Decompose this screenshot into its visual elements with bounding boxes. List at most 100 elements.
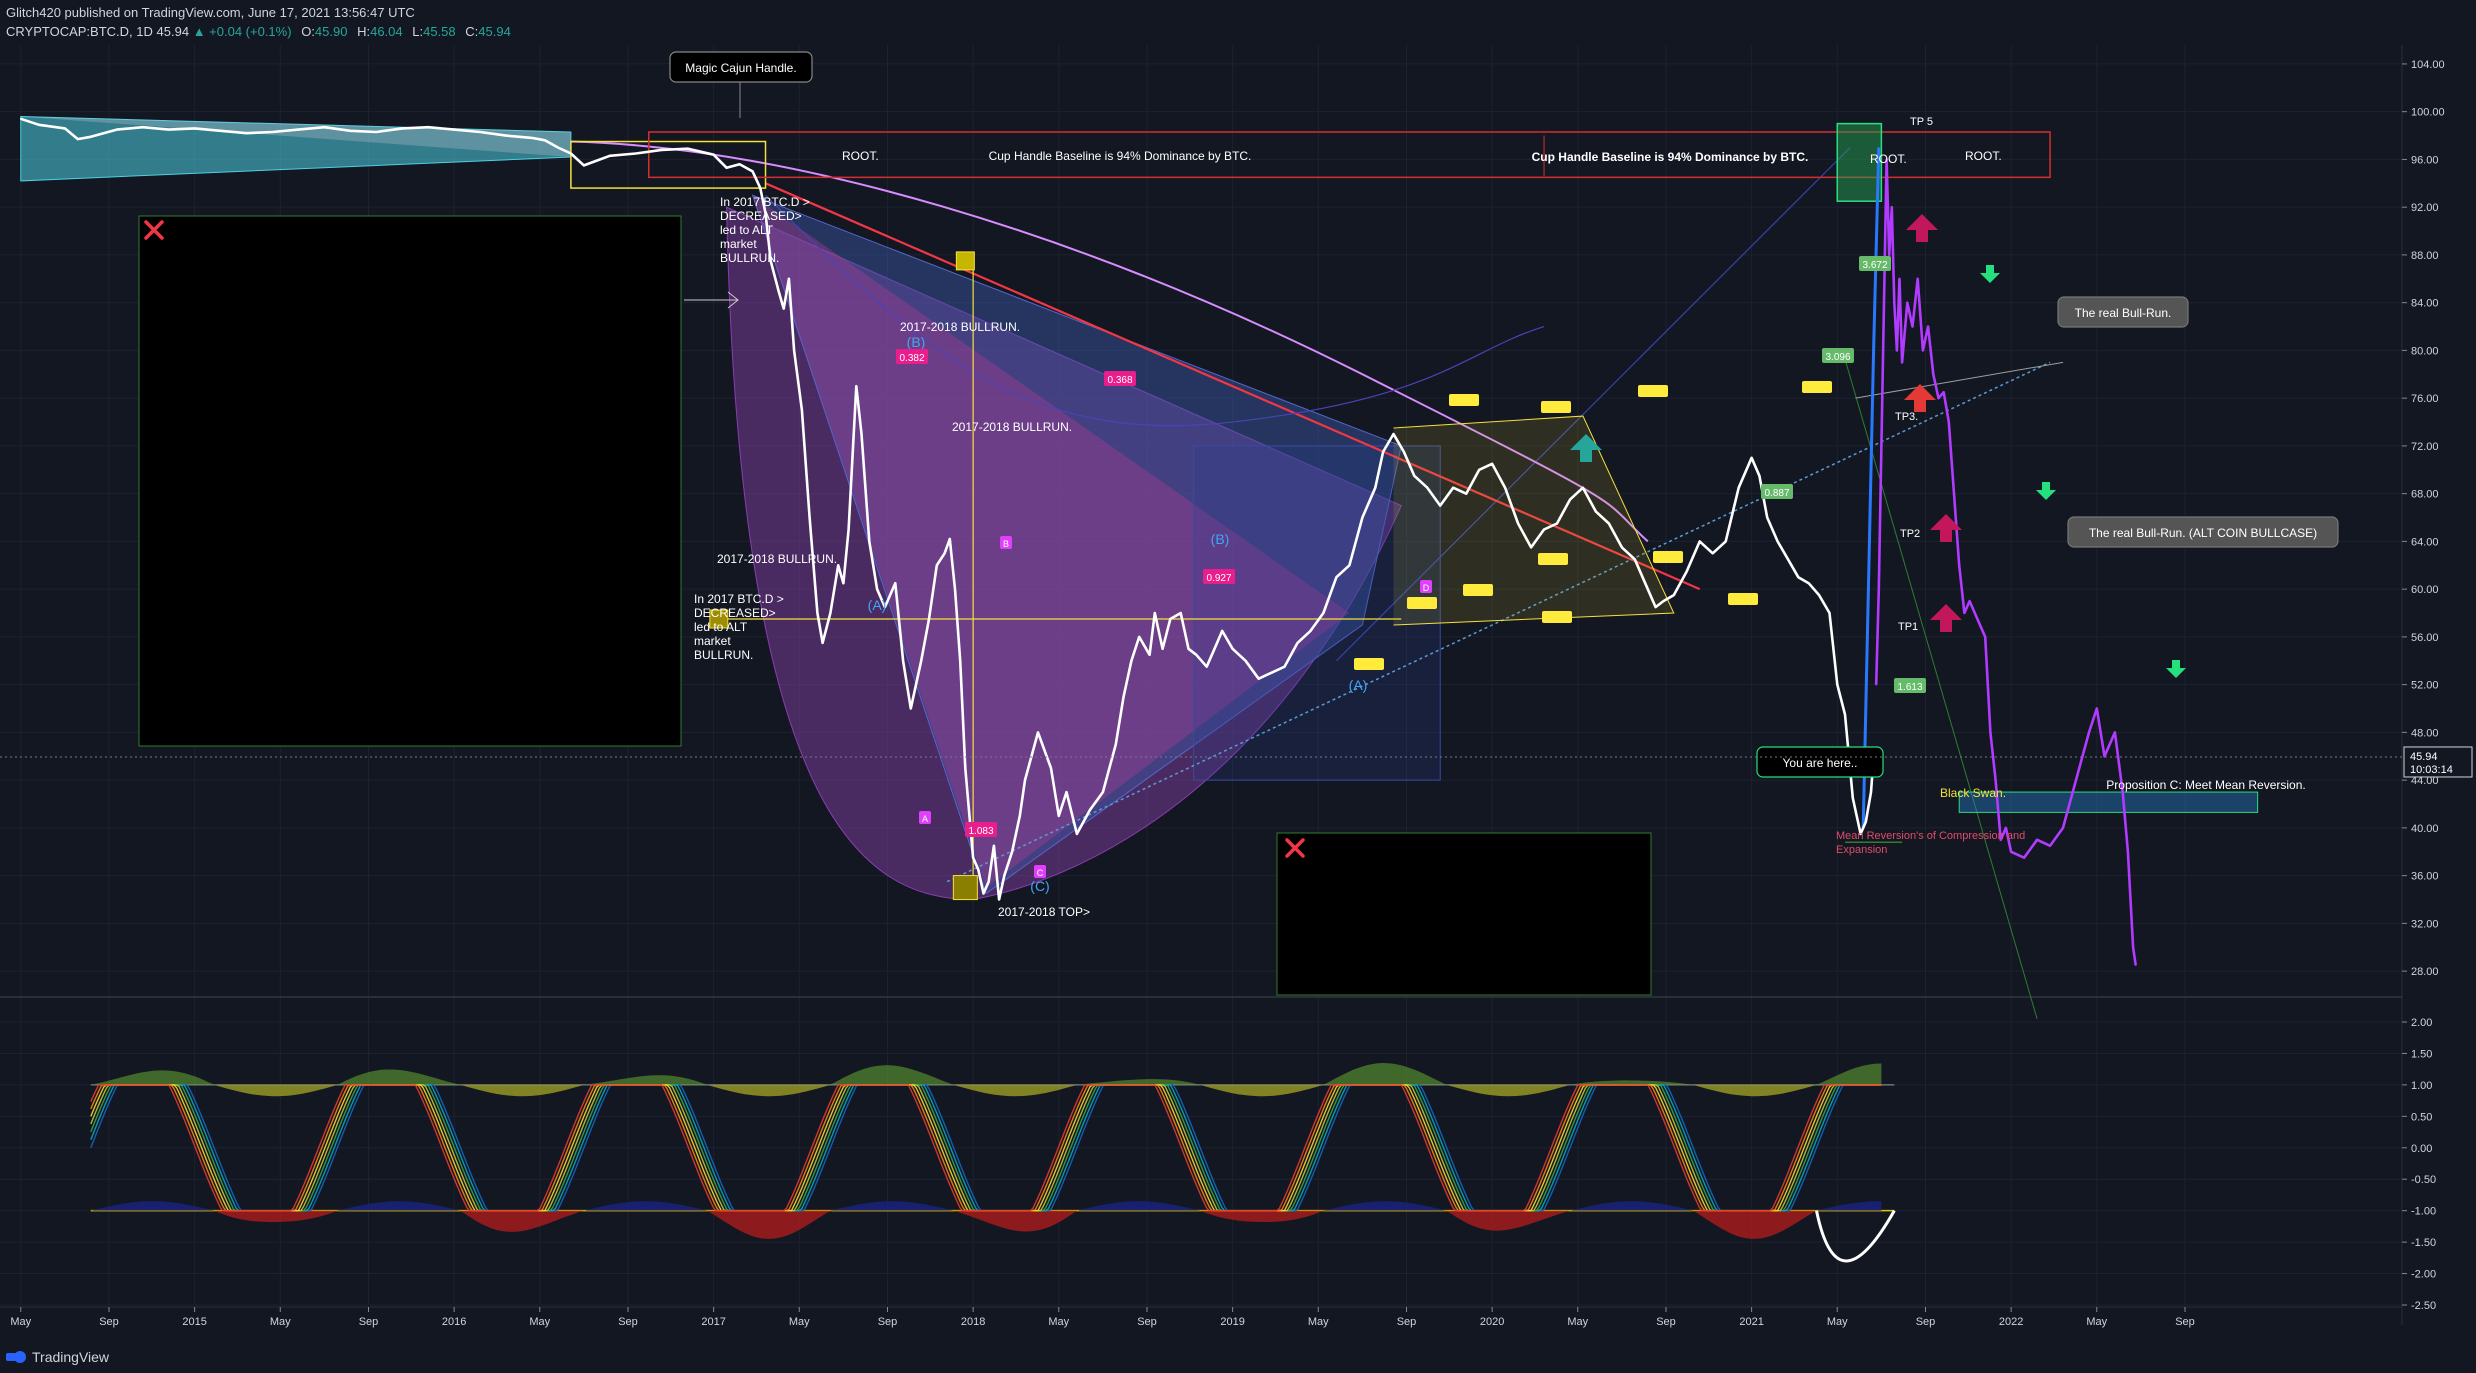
y-tick-label: 72.00 bbox=[2411, 441, 2439, 453]
data-point bbox=[1231, 648, 1234, 650]
footer-brand-text: TradingView bbox=[32, 1349, 110, 1365]
data-point bbox=[167, 128, 170, 131]
data-point bbox=[1634, 558, 1636, 561]
data-point bbox=[1037, 731, 1039, 734]
data-point bbox=[920, 659, 923, 662]
data-point bbox=[1504, 486, 1506, 489]
tp1-label: TP1 bbox=[1898, 621, 1918, 633]
data-point bbox=[77, 138, 79, 140]
data-point bbox=[570, 152, 572, 155]
y-tick-label: 80.00 bbox=[2411, 345, 2439, 357]
x-tick-label: Sep bbox=[2175, 1316, 2195, 1328]
data-point bbox=[1787, 558, 1789, 561]
data-point bbox=[1270, 671, 1273, 674]
data-point bbox=[193, 127, 196, 130]
data-point bbox=[964, 767, 967, 770]
data-point bbox=[1024, 779, 1026, 781]
tp2-label: TP2 bbox=[1900, 528, 1920, 540]
fib-badge-text: 3.672 bbox=[1862, 260, 1887, 271]
data-point bbox=[1556, 522, 1558, 525]
x-tick-label: 2017 bbox=[701, 1316, 725, 1328]
point-marker-text: D bbox=[1423, 583, 1430, 593]
data-point bbox=[401, 127, 404, 130]
y-tick-label: 104.00 bbox=[2411, 59, 2445, 71]
data-point bbox=[1776, 540, 1779, 543]
data-point bbox=[808, 516, 811, 519]
data-point bbox=[1478, 468, 1480, 471]
x-tick-label: Sep bbox=[618, 1316, 638, 1328]
root-label: ROOT. bbox=[1965, 149, 2002, 163]
data-point bbox=[1439, 504, 1442, 507]
close-value: 45.94 bbox=[478, 24, 511, 39]
x-tick-label: May bbox=[1048, 1316, 1069, 1328]
data-point bbox=[1179, 612, 1182, 614]
data-point bbox=[842, 582, 845, 584]
data-point bbox=[998, 898, 1000, 901]
data-point bbox=[1672, 594, 1675, 596]
data-point bbox=[987, 880, 990, 883]
y-tick-label: 92.00 bbox=[2411, 202, 2439, 214]
data-point bbox=[1852, 797, 1854, 799]
data-point bbox=[801, 409, 803, 411]
data-point bbox=[1948, 421, 1950, 423]
data-point bbox=[935, 564, 938, 567]
data-point bbox=[19, 118, 22, 120]
data-point bbox=[1057, 815, 1060, 817]
x-tick-label: May bbox=[789, 1316, 810, 1328]
data-point bbox=[1019, 815, 1021, 817]
data-point bbox=[1452, 486, 1454, 489]
yellow-tag bbox=[1407, 597, 1437, 609]
osc-tick-label: 1.50 bbox=[2411, 1048, 2432, 1060]
data-point bbox=[837, 564, 839, 567]
data-point bbox=[297, 128, 300, 131]
data-point bbox=[2095, 707, 2098, 710]
data-point bbox=[829, 612, 832, 614]
data-point bbox=[777, 289, 780, 292]
x-tick-label: 2018 bbox=[961, 1316, 985, 1328]
data-point bbox=[1569, 498, 1571, 501]
data-point bbox=[954, 588, 956, 590]
data-point bbox=[596, 159, 598, 162]
data-point bbox=[1130, 659, 1133, 662]
data-point bbox=[1828, 612, 1831, 614]
data-point bbox=[2005, 827, 2007, 829]
data-point bbox=[1890, 206, 1893, 208]
point-marker-text: A bbox=[922, 814, 928, 824]
data-point bbox=[1283, 665, 1286, 668]
data-point bbox=[977, 868, 980, 871]
data-point bbox=[943, 552, 946, 555]
data-point bbox=[1989, 731, 1992, 734]
black-overlay-box bbox=[138, 215, 682, 747]
data-point bbox=[375, 131, 378, 133]
data-point bbox=[427, 126, 429, 129]
data-point bbox=[1089, 809, 1091, 811]
data-point bbox=[686, 147, 689, 150]
yellow-tag bbox=[1354, 658, 1384, 670]
data-point bbox=[38, 124, 40, 126]
data-point bbox=[847, 528, 850, 531]
cup-handle-label: Cup Handle Baseline is 94% Dominance by … bbox=[989, 149, 1252, 163]
data-point bbox=[271, 131, 274, 133]
data-point bbox=[1766, 516, 1768, 519]
fib-badge-text: 1.613 bbox=[1897, 682, 1922, 693]
chart-header: Glitch420 published on TradingView.com, … bbox=[6, 3, 511, 41]
data-point bbox=[1896, 349, 1898, 352]
yellow-tag bbox=[1542, 611, 1572, 623]
low-value: 45.58 bbox=[423, 24, 456, 39]
data-point bbox=[2075, 779, 2077, 781]
data-point bbox=[788, 277, 790, 280]
yellow-tag bbox=[1728, 593, 1758, 605]
y-tick-label: 88.00 bbox=[2411, 250, 2439, 262]
point-marker-text: B bbox=[1003, 539, 1009, 549]
y-tick-label: 56.00 bbox=[2411, 632, 2439, 644]
fib-badge-text: 3.096 bbox=[1825, 352, 1850, 363]
data-point bbox=[1296, 642, 1299, 644]
x-tick-label: Sep bbox=[359, 1316, 379, 1328]
data-point bbox=[1138, 636, 1141, 638]
x-tick-label: May bbox=[1308, 1316, 1329, 1328]
data-point bbox=[2023, 856, 2025, 859]
footer-brand[interactable]: TradingView bbox=[6, 1349, 109, 1365]
data-point bbox=[1221, 630, 1224, 632]
chart-canvas[interactable]: Magic Cajun Handle. ROOT. ROOT. ROOT. Cup Ha… bbox=[0, 0, 2476, 1373]
symbol-name[interactable]: CRYPTOCAP:BTC.D, 1D bbox=[6, 24, 153, 39]
